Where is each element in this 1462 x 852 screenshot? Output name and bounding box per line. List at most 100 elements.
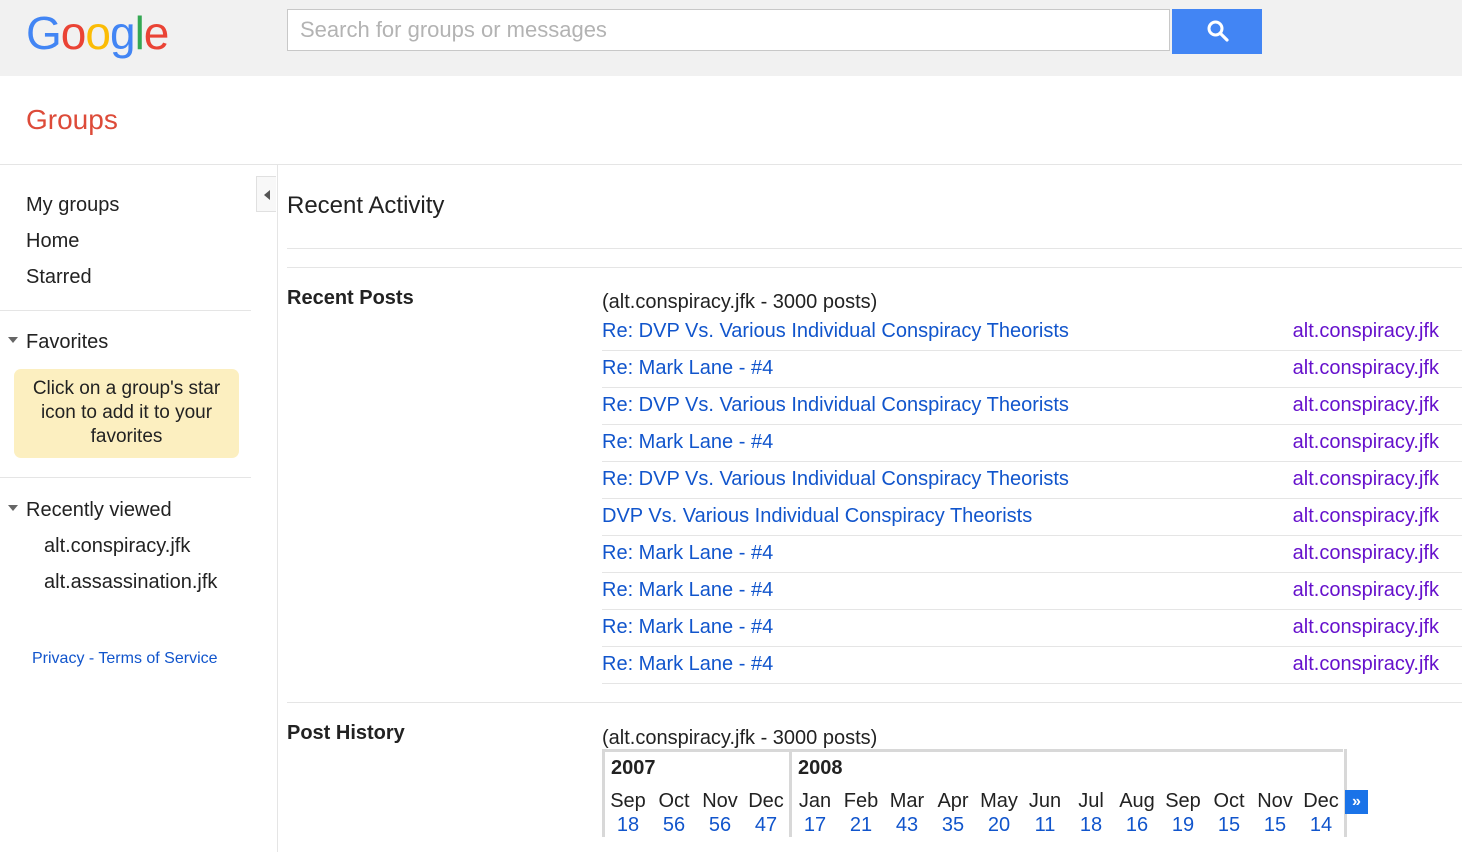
month-post-count-link[interactable]: 43 (884, 813, 930, 837)
logo-letter: g (109, 7, 136, 59)
sidebar-item-starred[interactable]: Starred (26, 266, 92, 289)
month-name: Jul (1078, 790, 1104, 812)
post-title-link[interactable]: Re: Mark Lane - #4 (602, 431, 773, 454)
month-name: Feb (843, 790, 879, 812)
search-input[interactable] (287, 9, 1170, 51)
month-cell: Jan 17 (792, 789, 838, 837)
post-group-link[interactable]: alt.conspiracy.jfk (1293, 468, 1439, 491)
post-history-calendar: 2007 Sep 18 Oct 56 Nov 56 Dec 47 2008 Jan 17 Feb 21 Ma… (602, 749, 1370, 837)
post-row: Re: Mark Lane - #4 alt.conspiracy.jfk (602, 425, 1462, 462)
month-name: Apr (937, 790, 969, 812)
recent-posts-list: Re: DVP Vs. Various Individual Conspirac… (602, 314, 1462, 684)
post-title-link[interactable]: Re: DVP Vs. Various Individual Conspirac… (602, 468, 1069, 491)
terms-link[interactable]: Terms of Service (98, 650, 217, 667)
month-name: Sep (1165, 790, 1201, 812)
recent-group-link[interactable]: alt.conspiracy.jfk (44, 535, 190, 558)
post-group-link[interactable]: alt.conspiracy.jfk (1293, 357, 1439, 380)
app-title[interactable]: Groups (26, 104, 118, 136)
month-post-count-link[interactable]: 21 (838, 813, 884, 837)
page-title: Recent Activity (287, 192, 445, 219)
top-bar: Google (0, 0, 1462, 76)
post-title-link[interactable]: DVP Vs. Various Individual Conspiracy Th… (602, 505, 1032, 528)
month-name: Jan (798, 790, 832, 812)
post-group-link[interactable]: alt.conspiracy.jfk (1293, 394, 1439, 417)
month-post-count-link[interactable]: 18 (1068, 813, 1114, 837)
collapse-sidebar-button[interactable] (256, 176, 276, 212)
year-block: 2007 Sep 18 Oct 56 Nov 56 Dec 47 (605, 749, 789, 837)
post-group-link[interactable]: alt.conspiracy.jfk (1293, 431, 1439, 454)
divider (0, 310, 251, 311)
sidebar-item-home[interactable]: Home (26, 230, 79, 253)
sidebar: My groups Home Starred Favorites Click o… (0, 164, 278, 852)
logo-letter: l (134, 7, 145, 59)
post-row: Re: Mark Lane - #4 alt.conspiracy.jfk (602, 351, 1462, 388)
month-post-count-link[interactable]: 18 (605, 813, 651, 837)
logo-letter: o (60, 7, 87, 59)
month-post-count-link[interactable]: 17 (792, 813, 838, 837)
post-title-link[interactable]: Re: DVP Vs. Various Individual Conspirac… (602, 394, 1069, 417)
month-name: Jun (1028, 790, 1062, 812)
month-cell: Oct 15 (1206, 789, 1252, 837)
post-group-link[interactable]: alt.conspiracy.jfk (1293, 653, 1439, 676)
google-logo[interactable]: Google (26, 6, 169, 60)
next-page-button[interactable]: » (1345, 790, 1368, 814)
month-post-count-link[interactable]: 56 (697, 813, 743, 837)
post-history-count: (alt.conspiracy.jfk - 3000 posts) (602, 727, 878, 749)
sidebar-item-my-groups[interactable]: My groups (26, 194, 119, 217)
month-post-count-link[interactable]: 35 (930, 813, 976, 837)
month-cell: Nov 15 (1252, 789, 1298, 837)
month-cell: May 20 (976, 789, 1022, 837)
month-name: Oct (658, 790, 690, 812)
post-title-link[interactable]: Re: Mark Lane - #4 (602, 357, 773, 380)
post-title-link[interactable]: Re: Mark Lane - #4 (602, 542, 773, 565)
recent-group-link[interactable]: alt.assassination.jfk (44, 571, 217, 594)
post-row: Re: DVP Vs. Various Individual Conspirac… (602, 314, 1462, 351)
post-group-link[interactable]: alt.conspiracy.jfk (1293, 616, 1439, 639)
month-post-count-link[interactable]: 11 (1022, 813, 1068, 837)
divider (287, 248, 1462, 249)
month-cell: Aug 16 (1114, 789, 1160, 837)
search-button[interactable] (1172, 9, 1262, 54)
post-row: Re: DVP Vs. Various Individual Conspirac… (602, 462, 1462, 499)
privacy-link[interactable]: Privacy (32, 650, 84, 667)
post-row: Re: DVP Vs. Various Individual Conspirac… (602, 388, 1462, 425)
month-cell: Sep 18 (605, 789, 651, 837)
month-name: Oct (1213, 790, 1245, 812)
expand-arrow-icon (8, 504, 18, 511)
post-title-link[interactable]: Re: Mark Lane - #4 (602, 653, 773, 676)
month-post-count-link[interactable]: 15 (1206, 813, 1252, 837)
recently-viewed-heading[interactable]: Recently viewed (8, 499, 172, 522)
month-post-count-link[interactable]: 47 (743, 813, 789, 837)
month-cell: Sep 19 (1160, 789, 1206, 837)
month-post-count-link[interactable]: 16 (1114, 813, 1160, 837)
month-cell: Dec 14 (1298, 789, 1344, 837)
month-cell: Oct 56 (651, 789, 697, 837)
post-group-link[interactable]: alt.conspiracy.jfk (1293, 505, 1439, 528)
month-cell: Jul 18 (1068, 789, 1114, 837)
post-title-link[interactable]: Re: DVP Vs. Various Individual Conspirac… (602, 320, 1069, 343)
year-block: 2008 Jan 17 Feb 21 Mar 43 Apr 35 May 20 Jun 11 Jul 18 A… (792, 749, 1344, 837)
logo-letter: o (85, 7, 111, 59)
month-post-count-link[interactable]: 19 (1160, 813, 1206, 837)
post-group-link[interactable]: alt.conspiracy.jfk (1293, 542, 1439, 565)
month-cell: Apr 35 (930, 789, 976, 837)
month-post-count-link[interactable]: 15 (1252, 813, 1298, 837)
divider (0, 477, 251, 478)
post-title-link[interactable]: Re: Mark Lane - #4 (602, 616, 773, 639)
month-name: Nov (1257, 790, 1293, 812)
month-cell: Jun 11 (1022, 789, 1068, 837)
expand-arrow-icon (8, 336, 18, 343)
month-post-count-link[interactable]: 14 (1298, 813, 1344, 837)
favorites-heading[interactable]: Favorites (8, 331, 108, 354)
post-group-link[interactable]: alt.conspiracy.jfk (1293, 320, 1439, 343)
year-label: 2007 (611, 757, 656, 779)
post-title-link[interactable]: Re: Mark Lane - #4 (602, 579, 773, 602)
month-cell: Feb 21 (838, 789, 884, 837)
month-post-count-link[interactable]: 56 (651, 813, 697, 837)
month-name: Dec (1303, 790, 1339, 812)
post-group-link[interactable]: alt.conspiracy.jfk (1293, 579, 1439, 602)
recent-posts-label: Recent Posts (287, 287, 414, 309)
post-row: DVP Vs. Various Individual Conspiracy Th… (602, 499, 1462, 536)
month-name: Mar (889, 790, 925, 812)
month-post-count-link[interactable]: 20 (976, 813, 1022, 837)
